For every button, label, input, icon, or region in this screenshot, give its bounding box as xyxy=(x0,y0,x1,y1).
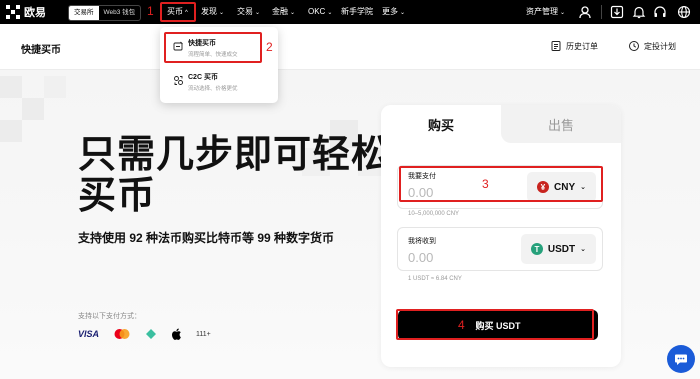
recurring-plan-link[interactable]: 定投计划 xyxy=(628,40,676,52)
wallet-provider-icon xyxy=(146,329,157,339)
okx-logo-icon xyxy=(6,5,20,19)
decor-square xyxy=(0,76,22,98)
annotation-number-4: 4 xyxy=(458,318,465,332)
document-icon xyxy=(551,41,561,51)
top-nav: 欧易 交易所 Web3 钱包 1 买币 ^ 发现 ⌄ 交易 ⌄ 金融 ⌄ OKC ⌄ 新手… xyxy=(0,0,700,24)
product-switch: 交易所 Web3 钱包 xyxy=(68,5,142,21)
annotation-box-pay-field xyxy=(399,166,603,202)
annotation-number-2: 2 xyxy=(266,40,273,54)
decor-square xyxy=(0,120,22,142)
nav-item-label: 金融 xyxy=(272,7,288,16)
menu-item-title: 快捷买币 xyxy=(188,40,216,47)
receive-amount-field: 我将收到 0.00 T USDT ⌄ xyxy=(397,227,603,271)
payment-methods-row: VISA 111+ xyxy=(78,327,211,341)
menu-item-c2c-buy[interactable]: C2C 买币 流动选择、价格更优 xyxy=(168,69,268,95)
user-icon[interactable] xyxy=(577,4,593,20)
nav-item-label: 买币 xyxy=(167,7,183,16)
nav-item-label: OKC xyxy=(308,7,326,16)
chevron-down-icon: ⌄ xyxy=(219,10,225,16)
hero-title-line2: 买币 xyxy=(78,175,157,217)
receive-amount-input[interactable]: 0.00 xyxy=(408,250,433,265)
brand-logo[interactable]: 欧易 xyxy=(6,4,46,20)
nav-item-okc[interactable]: OKC ⌄ xyxy=(308,5,332,20)
history-orders-link[interactable]: 历史订单 xyxy=(550,40,598,52)
nav-item-trade[interactable]: 交易 ⌄ xyxy=(237,5,260,20)
nav-item-label: 更多 xyxy=(382,7,398,16)
decor-square xyxy=(44,76,66,98)
exchange-rate: 1 USDT ≈ 6.84 CNY xyxy=(408,276,462,282)
sub-header: 快捷买币 历史订单 定投计划 xyxy=(0,24,700,70)
brand-name: 欧易 xyxy=(24,7,46,19)
visa-logo: VISA xyxy=(78,329,100,339)
chevron-down-icon: ⌄ xyxy=(255,10,261,16)
payment-methods-label: 支持以下支付方式： xyxy=(78,313,141,320)
chevron-down-icon: ⌄ xyxy=(580,246,586,253)
buy-crypto-dropdown: 快捷买币 流程简单、快速成交 C2C 买币 流动选择、价格更优 xyxy=(160,27,278,103)
nav-item-discover[interactable]: 发现 ⌄ xyxy=(201,5,224,20)
menu-item-desc: 流程简单、快速成交 xyxy=(188,52,238,58)
c2c-icon xyxy=(174,76,183,85)
tab-sell[interactable]: 出售 xyxy=(501,105,621,143)
chevron-down-icon: ⌄ xyxy=(560,10,566,16)
history-orders-label: 历史订单 xyxy=(566,41,598,51)
hero-title-line1: 只需几步即可轻松 xyxy=(78,134,391,176)
clock-icon xyxy=(629,41,639,51)
nav-item-more[interactable]: 更多 ⌄ xyxy=(382,5,405,20)
nav-item-label: 资产管理 xyxy=(526,7,558,16)
annotation-number-3: 3 xyxy=(482,177,489,191)
chevron-down-icon: ⌄ xyxy=(400,10,406,16)
nav-item-label: 发现 xyxy=(201,7,217,16)
tab-web3-wallet[interactable]: Web3 钱包 xyxy=(99,6,141,20)
nav-item-label: 交易 xyxy=(237,7,253,16)
hero-subtitle: 支持使用 92 种法币购买比特币等 99 种数字货币 xyxy=(78,231,335,245)
apple-pay-icon xyxy=(172,328,181,340)
chevron-up-icon: ^ xyxy=(185,10,188,16)
mastercard-icon xyxy=(114,329,130,339)
pay-amount-range: 10–5,000,000 CNY xyxy=(408,211,460,217)
headset-icon[interactable] xyxy=(652,4,668,20)
menu-item-title: C2C 买币 xyxy=(188,74,218,81)
nav-item-finance[interactable]: 金融 ⌄ xyxy=(272,5,295,20)
receive-currency-code: USDT xyxy=(547,243,576,255)
support-chat-button[interactable] xyxy=(667,345,695,373)
nav-divider xyxy=(601,5,602,19)
page-title: 快捷买币 xyxy=(21,45,61,56)
usdt-currency-icon: T xyxy=(530,243,543,255)
chat-icon xyxy=(675,354,687,365)
globe-icon[interactable] xyxy=(676,4,692,20)
receive-currency-select[interactable]: T USDT ⌄ xyxy=(520,234,596,264)
menu-item-quick-buy[interactable]: 快捷买币 流程简单、快速成交 xyxy=(168,35,258,61)
nav-item-buy-crypto[interactable]: 买币 ^ xyxy=(167,5,188,20)
more-payment-methods: 111+ xyxy=(196,330,211,338)
download-icon[interactable] xyxy=(609,4,625,20)
annotation-number-1: 1 xyxy=(147,4,154,18)
receive-label: 我将收到 xyxy=(408,238,436,245)
bell-icon[interactable] xyxy=(631,4,647,20)
decor-square xyxy=(22,98,44,120)
nav-asset-management[interactable]: 资产管理 ⌄ xyxy=(526,5,565,20)
recurring-plan-label: 定投计划 xyxy=(644,41,676,51)
chevron-down-icon: ⌄ xyxy=(327,10,333,16)
menu-item-desc: 流动选择、价格更优 xyxy=(188,86,238,92)
chevron-down-icon: ⌄ xyxy=(290,10,296,16)
nav-item-beginner-academy[interactable]: 新手学院 xyxy=(341,5,373,19)
nav-item-label: 新手学院 xyxy=(341,7,373,16)
tab-buy[interactable]: 购买 xyxy=(381,105,501,143)
tab-exchange[interactable]: 交易所 xyxy=(69,6,99,20)
annotation-box-buy-button xyxy=(396,309,594,340)
quick-buy-icon xyxy=(173,41,183,51)
